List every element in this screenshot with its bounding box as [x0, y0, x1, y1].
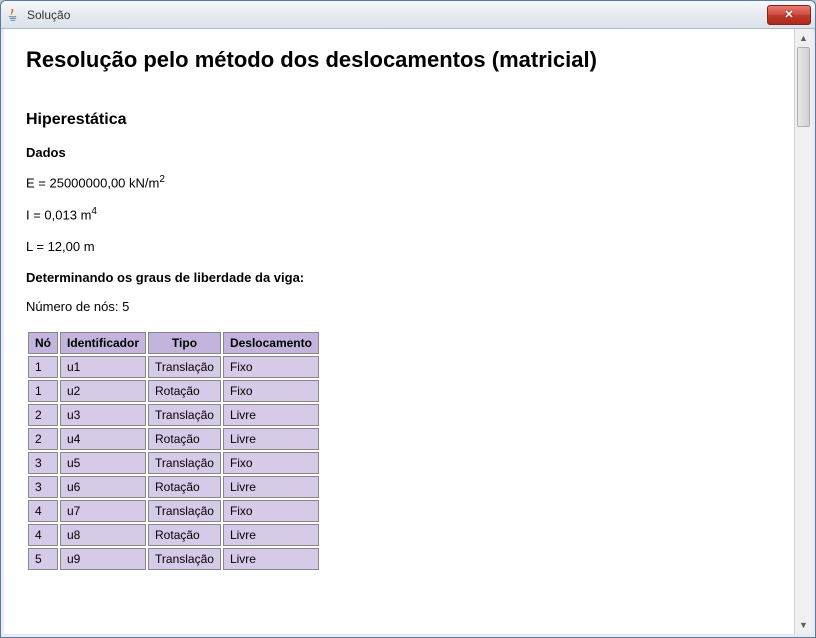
app-window: Solução ✕ Resolução pelo método dos desl… — [0, 0, 816, 638]
cell-tipo: Rotação — [148, 476, 221, 498]
table-header-row: Nó Identificador Tipo Deslocamento — [28, 332, 319, 354]
table-row: 1u2RotaçãoFixo — [28, 380, 319, 402]
cell-desl: Livre — [223, 476, 319, 498]
cell-tipo: Rotação — [148, 524, 221, 546]
table-row: 4u7TranslaçãoFixo — [28, 500, 319, 522]
cell-id: u6 — [60, 476, 146, 498]
cell-tipo: Translação — [148, 548, 221, 570]
table-row: 5u9TranslaçãoLivre — [28, 548, 319, 570]
table-row: 3u5TranslaçãoFixo — [28, 452, 319, 474]
subheading: Hiperestática — [26, 111, 772, 129]
dof-label: Determinando os graus de liberdade da vi… — [26, 270, 772, 285]
close-button[interactable]: ✕ — [767, 5, 811, 25]
cell-id: u8 — [60, 524, 146, 546]
cell-desl: Livre — [223, 524, 319, 546]
cell-no: 2 — [28, 404, 58, 426]
cell-no: 1 — [28, 356, 58, 378]
cell-desl: Fixo — [223, 500, 319, 522]
cell-desl: Livre — [223, 428, 319, 450]
cell-id: u2 — [60, 380, 146, 402]
document-content: Resolução pelo método dos deslocamentos … — [4, 29, 794, 634]
cell-tipo: Translação — [148, 500, 221, 522]
cell-no: 3 — [28, 476, 58, 498]
cell-no: 4 — [28, 500, 58, 522]
cell-desl: Fixo — [223, 356, 319, 378]
cell-tipo: Rotação — [148, 380, 221, 402]
col-desl: Deslocamento — [223, 332, 319, 354]
scroll-up-arrow[interactable]: ▲ — [795, 29, 812, 47]
nodes-count: Número de nós: 5 — [26, 299, 772, 314]
cell-no: 3 — [28, 452, 58, 474]
dados-label: Dados — [26, 145, 772, 160]
table-row: 2u4RotaçãoLivre — [28, 428, 319, 450]
scroll-down-arrow[interactable]: ▼ — [795, 616, 812, 634]
I-value: I = 0,013 m4 — [26, 206, 772, 222]
cell-desl: Livre — [223, 548, 319, 570]
content-frame: Resolução pelo método dos deslocamentos … — [1, 29, 815, 637]
table-row: 1u1TranslaçãoFixo — [28, 356, 319, 378]
scroll-thumb[interactable] — [797, 47, 810, 127]
table-row: 3u6RotaçãoLivre — [28, 476, 319, 498]
cell-desl: Fixo — [223, 452, 319, 474]
cell-tipo: Translação — [148, 452, 221, 474]
cell-id: u3 — [60, 404, 146, 426]
cell-id: u5 — [60, 452, 146, 474]
cell-desl: Fixo — [223, 380, 319, 402]
cell-no: 4 — [28, 524, 58, 546]
col-tipo: Tipo — [148, 332, 221, 354]
close-icon: ✕ — [784, 8, 793, 21]
col-no: Nó — [28, 332, 58, 354]
cell-tipo: Translação — [148, 356, 221, 378]
cell-id: u4 — [60, 428, 146, 450]
window-title: Solução — [27, 8, 767, 22]
cell-desl: Livre — [223, 404, 319, 426]
cell-tipo: Translação — [148, 404, 221, 426]
table-row: 4u8RotaçãoLivre — [28, 524, 319, 546]
cell-id: u9 — [60, 548, 146, 570]
page-title: Resolução pelo método dos deslocamentos … — [26, 47, 772, 73]
cell-no: 5 — [28, 548, 58, 570]
col-id: Identificador — [60, 332, 146, 354]
L-value: L = 12,00 m — [26, 239, 772, 254]
table-row: 2u3TranslaçãoLivre — [28, 404, 319, 426]
cell-no: 2 — [28, 428, 58, 450]
cell-id: u7 — [60, 500, 146, 522]
E-value: E = 25000000,00 kN/m2 — [26, 174, 772, 190]
cell-tipo: Rotação — [148, 428, 221, 450]
cell-no: 1 — [28, 380, 58, 402]
dof-table: Nó Identificador Tipo Deslocamento 1u1Tr… — [26, 330, 321, 572]
vertical-scrollbar[interactable]: ▲ ▼ — [794, 29, 812, 634]
java-icon — [5, 7, 21, 23]
cell-id: u1 — [60, 356, 146, 378]
titlebar[interactable]: Solução ✕ — [1, 1, 815, 29]
